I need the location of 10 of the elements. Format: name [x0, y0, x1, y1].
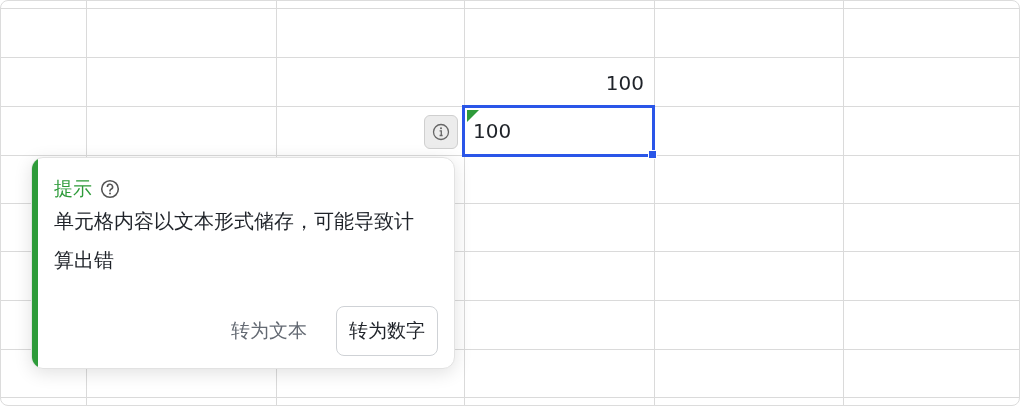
text-button[interactable]: 转为文本: [218, 306, 320, 356]
popover-title: 提示: [54, 176, 92, 201]
info-button[interactable]: [424, 115, 458, 149]
table-cell[interactable]: 100: [462, 105, 655, 157]
convert-button[interactable]: 转为数字: [336, 306, 438, 356]
help-icon[interactable]: [100, 179, 120, 199]
popover-message: 单元格内容以文本形式储存，可能导致计算出错: [54, 209, 415, 274]
info-icon: [432, 123, 450, 141]
fill-handle[interactable]: [648, 150, 657, 159]
table-cell[interactable]: 100: [464, 58, 654, 107]
